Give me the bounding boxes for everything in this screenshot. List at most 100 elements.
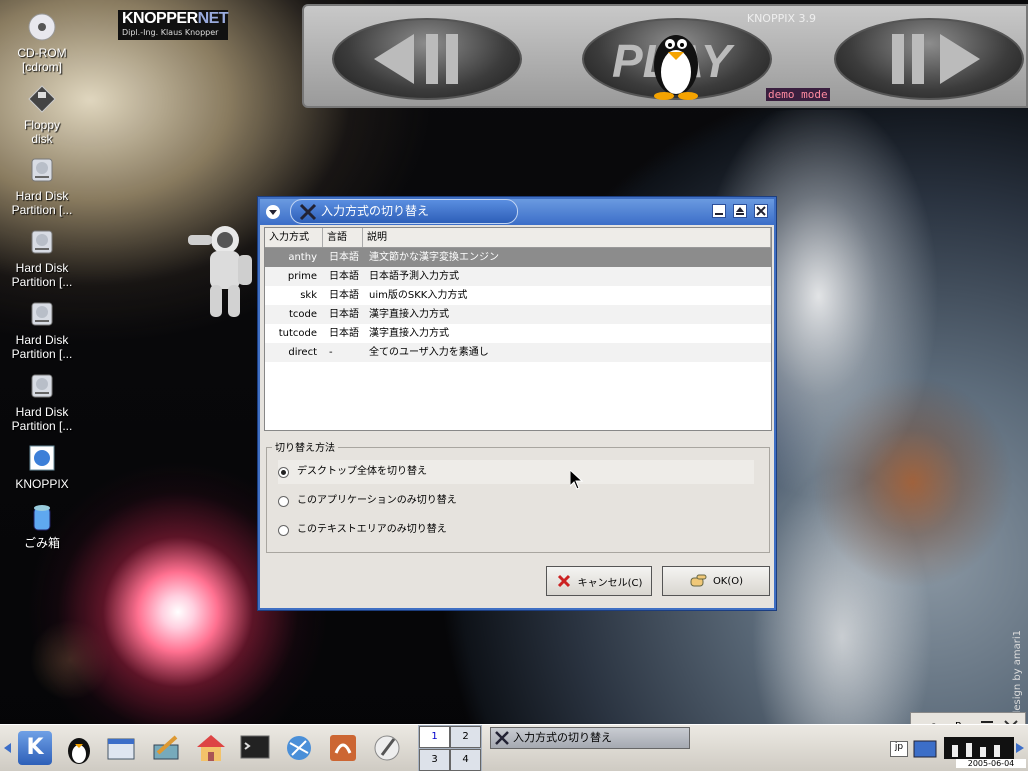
radio-indicator[interactable]	[278, 466, 289, 478]
column-header-method[interactable]: 入力方式	[265, 228, 323, 247]
harddisk-icon	[31, 302, 53, 326]
list-item[interactable]: prime 日本語 日本語予測入力方式	[265, 267, 771, 286]
list-item-lang: -	[329, 347, 333, 358]
list-item[interactable]: skk 日本語 uim版のSKK入力方式	[265, 286, 771, 305]
desktop-icon-label: CD-ROM [cdrom]	[17, 46, 67, 74]
list-item[interactable]: direct - 全てのユーザ入力を素通し	[265, 343, 771, 362]
knoppernet-logo: KNOPPERNET Dipl.-Ing. Klaus Knopper	[118, 10, 229, 40]
kde-menu-icon[interactable]: K	[18, 731, 52, 765]
list-item[interactable]: tcode 日本語 漢字直接入力方式	[265, 305, 771, 324]
demo-mode-label: demo mode	[766, 88, 830, 101]
list-item-desc: uim版のSKK入力方式	[369, 290, 468, 301]
maximize-button[interactable]	[733, 204, 747, 218]
tux-icon	[654, 35, 698, 100]
trash-icon	[33, 505, 51, 531]
radio-label: このテキストエリアのみ切り替え	[297, 524, 447, 535]
desktop-4-button[interactable]: 4	[450, 749, 481, 771]
desktop-icon[interactable]	[150, 731, 184, 765]
list-item-method: prime	[287, 271, 317, 282]
column-header-language[interactable]: 言語	[323, 228, 363, 247]
ok-button[interactable]: OK(O)	[662, 566, 770, 596]
system-monitor-icon[interactable]	[944, 737, 1014, 759]
harddisk-icon	[31, 158, 53, 182]
monitor-icon[interactable]	[912, 739, 938, 759]
desktop-icon-knoppix[interactable]: KNOPPIX	[6, 443, 78, 491]
list-item-desc: 漢字直接入力方式	[369, 309, 449, 320]
list-item-method: direct	[288, 347, 317, 358]
column-header-description[interactable]: 説明	[363, 228, 771, 247]
list-item-method: anthy	[288, 252, 317, 263]
desktop-icon-label: Floppy disk	[23, 118, 61, 146]
dialog-titlebar[interactable]: 入力方式の切り替え	[260, 199, 774, 225]
knoppix-version-label: KNOPPIX 3.9	[746, 12, 816, 25]
desktop-icon-label: Hard Disk Partition [...	[11, 261, 73, 289]
desktop-2-button[interactable]: 2	[450, 726, 481, 748]
terminal-icon[interactable]	[238, 731, 272, 765]
media-player-panel: PLAY KNOPPIX 3.9 demo mode	[302, 4, 1028, 108]
list-item-lang: 日本語	[329, 290, 359, 301]
desktop-icon-hard-disk-1[interactable]: Hard Disk Partition [...	[6, 155, 78, 217]
input-method-dialog: 入力方式の切り替え 入力方式 言語 説明 anthy 日本語 連文節かな漢字変換エン…	[258, 197, 776, 610]
desktop-1-button[interactable]: 1	[419, 726, 450, 748]
editor-icon[interactable]	[370, 731, 404, 765]
astronaut-wallpaper	[188, 226, 252, 317]
scroll-left-icon[interactable]	[4, 743, 12, 753]
desktop-icon-label: Hard Disk Partition [...	[11, 189, 73, 217]
list-item-desc: 全てのユーザ入力を素通し	[369, 347, 489, 358]
radio-label: デスクトップ全体を切り替え	[297, 466, 427, 477]
cancel-icon	[557, 574, 570, 588]
language-indicator[interactable]: jp	[890, 741, 908, 757]
radio-this-text-area[interactable]: このテキストエリアのみ切り替え	[278, 518, 754, 542]
list-item-method: skk	[300, 290, 317, 301]
close-button[interactable]	[754, 204, 768, 218]
desktop-icon-floppy-disk[interactable]: Floppy disk	[6, 84, 78, 146]
x-app-icon	[299, 203, 317, 221]
list-item-desc: 漢字直接入力方式	[369, 328, 449, 339]
radio-indicator[interactable]	[278, 524, 289, 536]
design-credit: design by amari1	[1012, 629, 1023, 717]
desktop-icon-label: KNOPPIX	[15, 477, 69, 491]
knoppix-icon	[29, 445, 55, 471]
previous-button[interactable]	[332, 18, 522, 100]
desktop-icon-cdrom[interactable]: CD-ROM [cdrom]	[6, 12, 78, 74]
input-method-list[interactable]: 入力方式 言語 説明 anthy 日本語 連文節かな漢字変換エンジン prime 日本語…	[264, 227, 772, 431]
desktop-icon-label: Hard Disk Partition [...	[11, 333, 73, 361]
desktop-icon-trash[interactable]: ごみ箱	[6, 502, 78, 550]
list-item[interactable]: anthy 日本語 連文節かな漢字変換エンジン	[265, 248, 771, 267]
list-item-method: tcode	[288, 309, 317, 320]
taskbar-item-input-method[interactable]: 入力方式の切り替え	[490, 727, 690, 749]
harddisk-icon	[31, 374, 53, 398]
mouse-cursor-icon	[570, 470, 584, 490]
desktop-pager: 1 2 3 4	[418, 725, 482, 771]
desktop-icon-hard-disk-4[interactable]: Hard Disk Partition [...	[6, 371, 78, 433]
scroll-right-icon[interactable]	[1016, 743, 1024, 753]
desktop-icon-hard-disk-3[interactable]: Hard Disk Partition [...	[6, 299, 78, 361]
office-icon[interactable]	[326, 731, 360, 765]
x-app-icon	[495, 731, 509, 745]
list-item[interactable]: tutcode 日本語 漢字直接入力方式	[265, 324, 771, 343]
radio-whole-desktop[interactable]: デスクトップ全体を切り替え	[278, 460, 754, 484]
window-list-icon[interactable]	[104, 731, 138, 765]
clock-date[interactable]: 2005-06-04	[956, 759, 1026, 768]
home-icon[interactable]	[194, 731, 228, 765]
browser-icon[interactable]	[282, 731, 316, 765]
radio-indicator[interactable]	[278, 495, 289, 507]
taskbar: K 1 2 3 4 入力方式の切り替え jp 2005-06-04	[0, 724, 1028, 771]
desktop-icon-label: Hard Disk Partition [...	[11, 405, 73, 433]
radio-this-application[interactable]: このアプリケーションのみ切り替え	[278, 489, 754, 513]
floppy-icon	[28, 85, 56, 113]
dialog-title: 入力方式の切り替え	[290, 199, 518, 224]
list-item-lang: 日本語	[329, 328, 359, 339]
list-item-desc: 日本語予測入力方式	[369, 271, 459, 282]
switch-method-label: 切り替え方法	[272, 439, 338, 454]
cancel-button[interactable]: キャンセル(C)	[546, 566, 652, 596]
tux-launcher-icon[interactable]	[62, 731, 96, 765]
desktop-icon-hard-disk-2[interactable]: Hard Disk Partition [...	[6, 227, 78, 289]
harddisk-icon	[31, 230, 53, 254]
list-item-desc: 連文節かな漢字変換エンジン	[369, 252, 499, 263]
desktop-3-button[interactable]: 3	[419, 749, 450, 771]
next-button[interactable]	[834, 18, 1024, 100]
window-menu-icon[interactable]	[266, 205, 280, 219]
minimize-button[interactable]	[712, 204, 726, 218]
play-button[interactable]: PLAY	[582, 18, 772, 100]
